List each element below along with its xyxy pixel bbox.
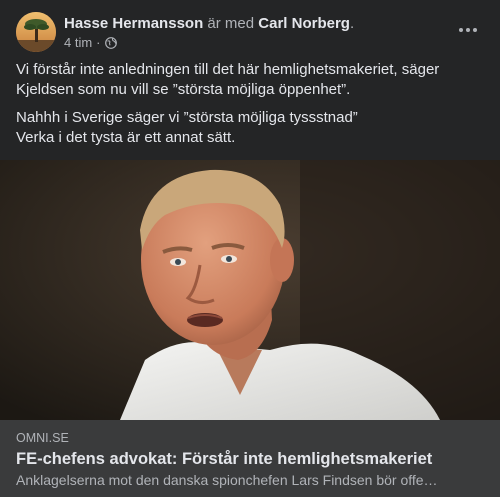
link-headline[interactable]: FE-chefens advokat: Förstår inte hemligh… <box>16 448 484 470</box>
link-description: Anklagelserna mot den danska spionchefen… <box>16 472 438 488</box>
feed-post: Hasse Hermansson är med Carl Norberg. 4 … <box>0 0 500 497</box>
with-text: är med <box>203 15 259 32</box>
author-line: Hasse Hermansson är med Carl Norberg. <box>64 14 354 34</box>
link-preview-image[interactable] <box>0 160 500 420</box>
link-preview[interactable]: OMNI.SE FE-chefens advokat: Förstår inte… <box>0 420 500 497</box>
post-paragraph: Nahhh i Sverige säger vi ”största möjlig… <box>16 109 358 126</box>
post-paragraph: Verka i det tysta är ett annat sätt. <box>16 129 236 146</box>
post-timestamp[interactable]: 4 tim <box>64 35 92 51</box>
more-options-icon[interactable] <box>456 18 480 42</box>
tagged-suffix: . <box>349 15 355 32</box>
post-meta: 4 tim · <box>64 35 117 51</box>
tagged-user-name[interactable]: Carl Norberg <box>258 15 350 32</box>
more-dot <box>466 28 470 32</box>
globe-icon[interactable] <box>104 37 117 49</box>
post-text: Vi förstår inte anledningen till det här… <box>16 60 484 156</box>
more-dot <box>459 28 463 32</box>
meta-separator: · <box>96 35 101 50</box>
post-header: Hasse Hermansson är med Carl Norberg. 4 … <box>16 12 484 56</box>
author-name[interactable]: Hasse Hermansson <box>64 15 203 32</box>
author-avatar[interactable] <box>16 12 56 52</box>
link-domain: OMNI.SE <box>16 431 69 445</box>
more-dot <box>473 28 477 32</box>
post-paragraph: Vi förstår inte anledningen till det här… <box>16 61 440 98</box>
